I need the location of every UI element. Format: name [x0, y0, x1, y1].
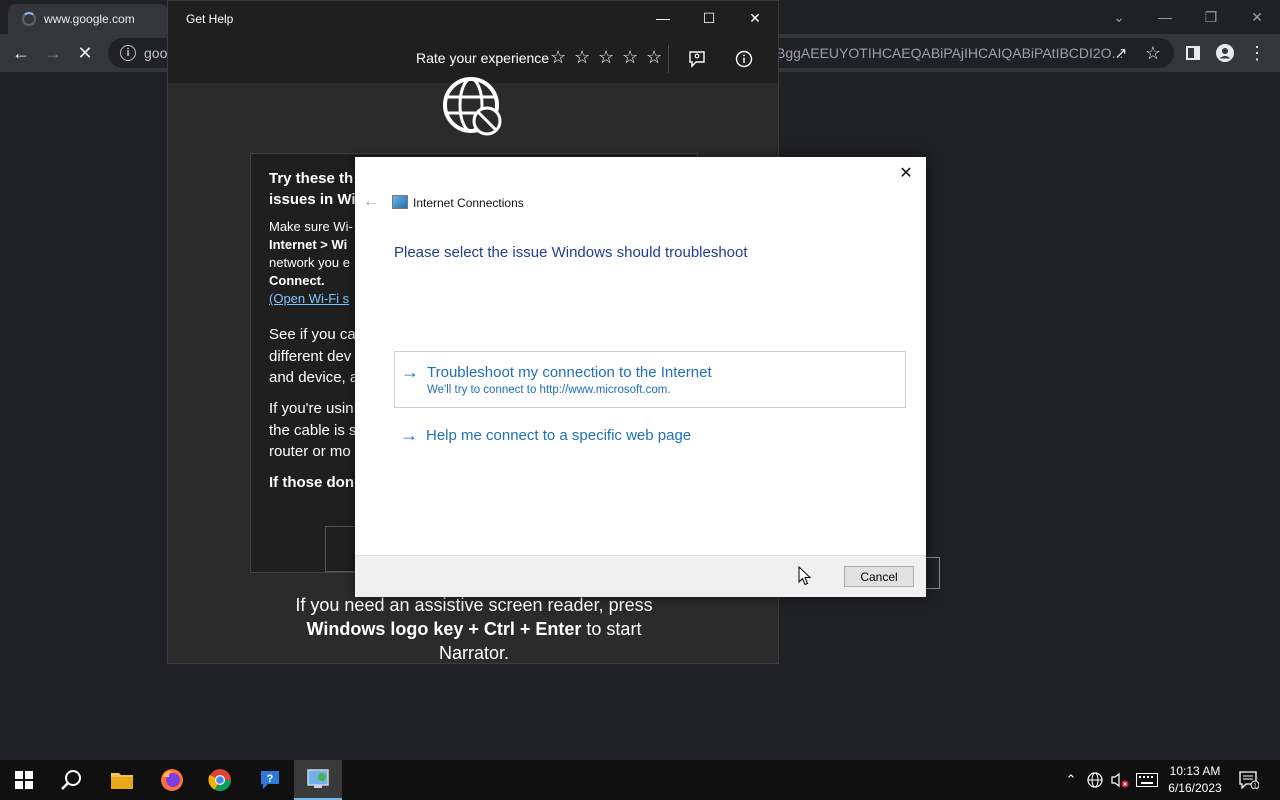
browser-close-button[interactable]: ✕: [1234, 0, 1280, 34]
svg-text:?: ?: [267, 773, 274, 785]
dialog-footer: Cancel: [355, 555, 926, 597]
get-help-minimize-button[interactable]: —: [640, 1, 686, 35]
mouse-cursor-icon: [798, 566, 812, 586]
share-icon[interactable]: ↗: [1106, 38, 1136, 68]
feedback-icon[interactable]: [685, 47, 709, 71]
troubleshooter-dialog: ✕ ← Internet Connections Please select t…: [355, 157, 926, 597]
narrator-hint: If you need an assistive screen reader, …: [268, 593, 680, 665]
internet-connections-icon: [392, 195, 408, 209]
address-bar-url-tail: BggAEEUYOTIHCAEQABiPAjIHCAIQABiPAtIBCDI2…: [776, 45, 1124, 61]
dialog-close-icon[interactable]: ✕: [894, 163, 918, 183]
get-help-titlebar: Get Help — ☐ ✕: [168, 1, 778, 35]
connect-web-page-option[interactable]: → Help me connect to a specific web page: [394, 415, 906, 455]
dialog-back-arrow-icon[interactable]: ←: [363, 193, 379, 211]
browser-minimize-button[interactable]: —: [1142, 0, 1188, 34]
option-subtitle: We'll try to connect to http://www.micro…: [427, 384, 671, 396]
option-title: Help me connect to a specific web page: [426, 427, 692, 444]
firefox-icon[interactable]: [148, 760, 196, 800]
more-menu-icon[interactable]: ⋮: [1242, 38, 1272, 68]
rating-star-3-icon[interactable]: ☆: [598, 47, 614, 68]
tip-wifi-settings-path: Internet > Wi: [269, 237, 348, 252]
rate-experience-label: Rate your experience: [416, 50, 550, 66]
dialog-app-title: Internet Connections: [413, 196, 524, 210]
back-arrow-icon[interactable]: ←: [6, 38, 36, 68]
background-button-edge: [924, 557, 940, 589]
stop-loading-icon[interactable]: ✕: [70, 38, 100, 68]
loading-spinner-icon: [22, 12, 36, 26]
get-help-maximize-button[interactable]: ☐: [686, 1, 732, 35]
cancel-button[interactable]: Cancel: [844, 566, 914, 587]
narrator-hint-line3: Narrator.: [438, 643, 510, 663]
narrator-hint-line2: to start: [581, 619, 642, 639]
clock-date: 6/16/2023: [1168, 781, 1222, 795]
profile-avatar-icon[interactable]: [1210, 38, 1240, 68]
no-internet-globe-icon: [443, 77, 502, 136]
get-help-header: Rate your experience ☆ ☆ ☆ ☆ ☆: [168, 35, 778, 83]
rating-star-5-icon[interactable]: ☆: [646, 47, 662, 68]
clock-time: 10:13 AM: [1169, 764, 1221, 778]
tab-title: www.google.com: [44, 12, 135, 26]
option-arrow-icon: →: [400, 425, 418, 445]
troubleshoot-internet-option[interactable]: → Troubleshoot my connection to the Inte…: [394, 351, 906, 408]
get-help-title: Get Help: [186, 12, 234, 26]
dialog-heading: Please select the issue Windows should t…: [394, 244, 748, 261]
rating-star-4-icon[interactable]: ☆: [622, 47, 638, 68]
address-bar-url: goo: [144, 45, 168, 61]
volume-muted-icon[interactable]: [1108, 760, 1132, 800]
option-title: Troubleshoot my connection to the Intern…: [427, 364, 712, 381]
tab-search-chevron-icon[interactable]: ⌄: [1096, 0, 1142, 34]
rating-star-1-icon[interactable]: ☆: [550, 47, 566, 68]
windows-taskbar: ? ⌃ 10:13 AM 6/16/2023 1: [0, 760, 1280, 800]
browser-restore-button[interactable]: ❐: [1188, 0, 1234, 34]
search-icon[interactable]: [48, 760, 96, 800]
chrome-icon[interactable]: [196, 760, 244, 800]
browser-tab[interactable]: www.google.com: [8, 4, 168, 34]
troubleshooter-app-icon[interactable]: [294, 760, 342, 800]
network-globe-icon[interactable]: [1084, 760, 1106, 800]
option-arrow-icon: →: [401, 362, 419, 382]
rating-star-2-icon[interactable]: ☆: [574, 47, 590, 68]
tip-wifi-connect: Connect.: [269, 273, 325, 288]
file-explorer-icon[interactable]: [98, 760, 146, 800]
open-wifi-settings-link[interactable]: (Open Wi-Fi s: [269, 291, 349, 306]
narrator-shortcut: Windows logo key + Ctrl + Enter: [306, 619, 582, 639]
show-hidden-icons-chevron-icon[interactable]: ⌃: [1060, 760, 1082, 800]
site-info-icon[interactable]: i: [120, 45, 136, 61]
get-help-close-button[interactable]: ✕: [732, 1, 778, 35]
side-panel-icon[interactable]: [1178, 38, 1208, 68]
taskbar-clock[interactable]: 10:13 AM 6/16/2023: [1160, 763, 1230, 797]
start-windows-icon[interactable]: [0, 760, 48, 800]
keyboard-icon[interactable]: [1134, 760, 1160, 800]
header-divider: [668, 45, 669, 73]
get-help-app-icon[interactable]: ?: [246, 760, 294, 800]
about-info-icon[interactable]: [732, 47, 756, 71]
forward-arrow-icon[interactable]: →: [38, 38, 68, 68]
notification-center-icon[interactable]: 1: [1236, 760, 1262, 800]
bookmark-star-icon[interactable]: ☆: [1138, 38, 1168, 68]
